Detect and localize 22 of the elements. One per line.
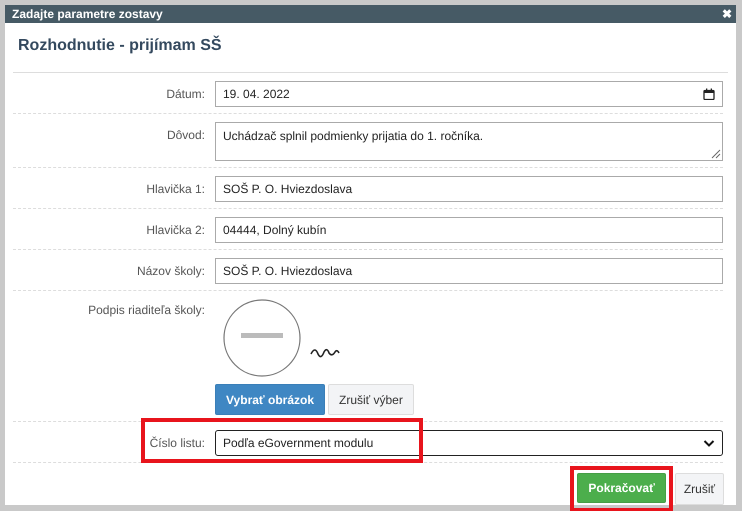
- field-label: Dôvod:: [166, 127, 205, 144]
- close-button[interactable]: ✖: [722, 6, 732, 21]
- text-field[interactable]: SOŠ P. O. Hviezdoslava: [215, 176, 723, 202]
- resize-handle-icon: [711, 149, 721, 159]
- calendar-icon: [703, 88, 715, 100]
- dialog-heading: Rozhodnutie - prijímam SŠ: [13, 22, 728, 73]
- field-label: Podpis riaditeľa školy:: [87, 302, 205, 319]
- date-field[interactable]: 19. 04. 2022: [215, 81, 723, 107]
- window-title: Zadajte parametre zostavy: [12, 6, 163, 21]
- chevron-down-icon: [703, 438, 715, 448]
- select-field[interactable]: Podľa eGovernment modulu: [215, 430, 723, 456]
- field-label: Hlavička 2:: [145, 222, 205, 239]
- field-label: Číslo listu:: [148, 435, 205, 452]
- clear-selection-button[interactable]: Zrušiť výber: [328, 384, 414, 415]
- field-label: Dátum:: [165, 86, 205, 103]
- text-area[interactable]: Uchádzač splnil podmienky prijatia do 1. ročníka.: [215, 122, 723, 161]
- field-label: Názov školy:: [136, 263, 205, 280]
- cancel-button[interactable]: Zrušiť: [674, 473, 724, 505]
- text-field[interactable]: 04444, Dolný kubín: [215, 217, 723, 243]
- field-label: Hlavička 1:: [145, 181, 205, 198]
- choose-image-button[interactable]: Vybrať obrázok: [215, 384, 325, 415]
- text-field[interactable]: SOŠ P. O. Hviezdoslava: [215, 258, 723, 284]
